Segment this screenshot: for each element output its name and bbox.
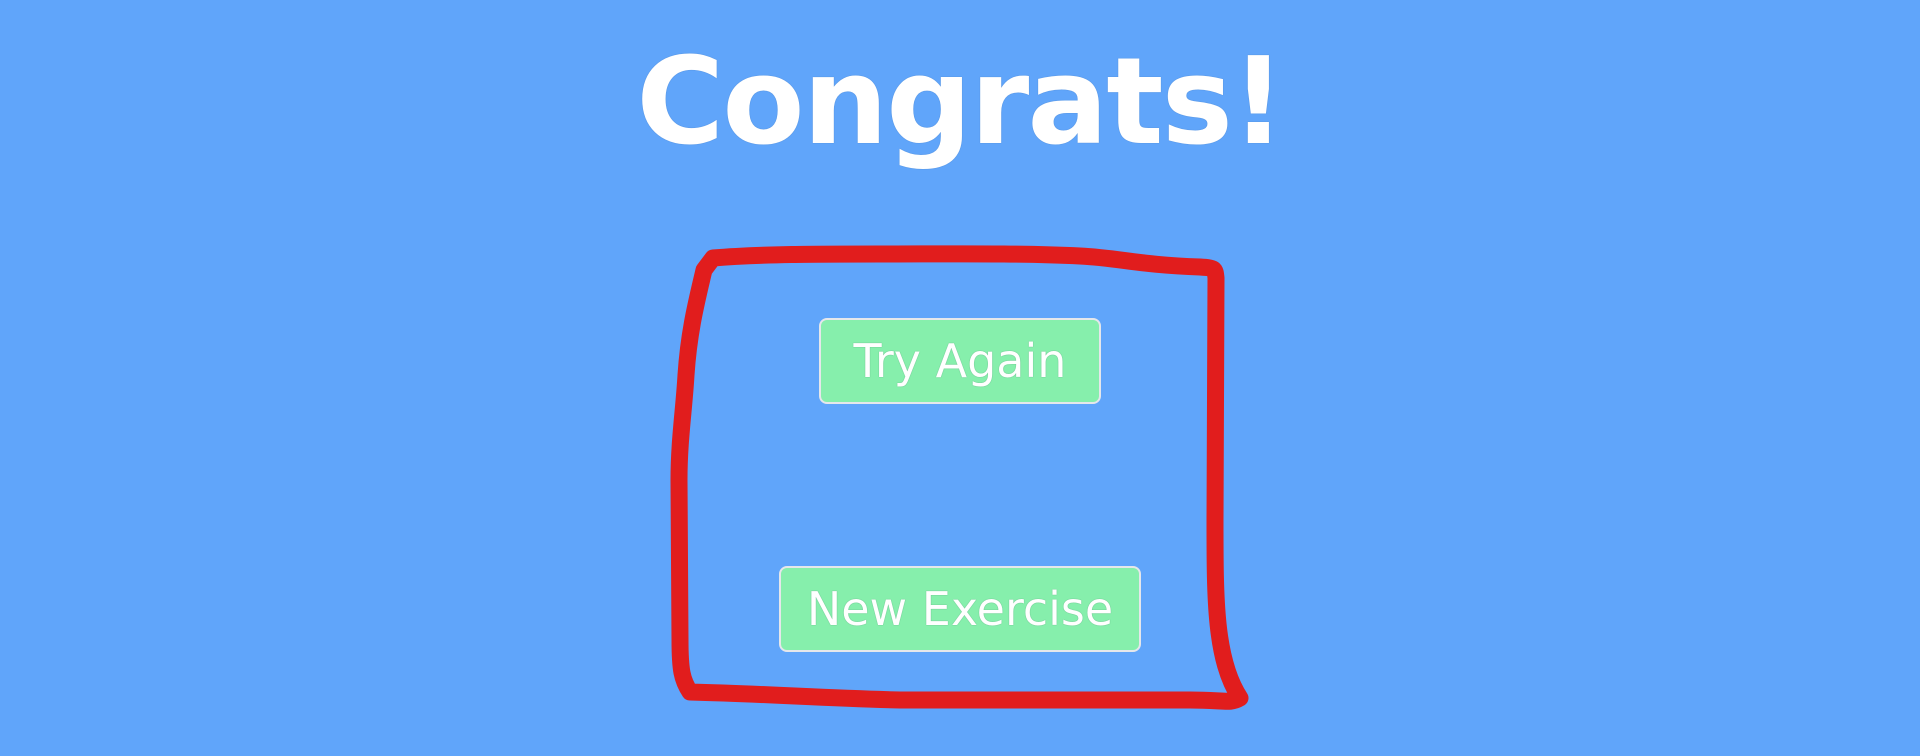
new-exercise-button[interactable]: New Exercise [779, 566, 1141, 652]
try-again-button[interactable]: Try Again [819, 318, 1101, 404]
page-title: Congrats! [636, 33, 1286, 172]
try-again-label: Try Again [853, 334, 1067, 388]
new-exercise-label: New Exercise [806, 582, 1114, 636]
congrats-screen: Congrats! Try Again New Exercise [0, 0, 1920, 756]
